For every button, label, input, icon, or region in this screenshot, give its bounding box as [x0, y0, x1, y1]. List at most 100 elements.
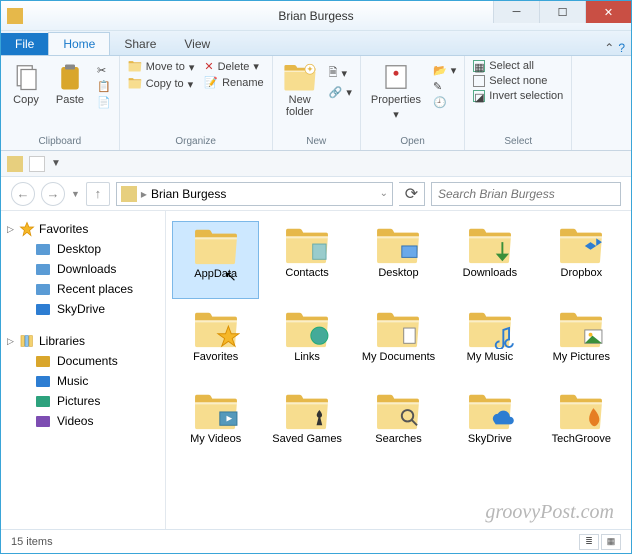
folder-my-documents[interactable]: My Documents	[355, 305, 442, 381]
back-button[interactable]: ←	[11, 182, 35, 206]
close-button[interactable]: ✕	[585, 1, 631, 23]
file-list[interactable]: AppData↖Contacts Desktop DownloadsDropbox F…	[166, 211, 631, 529]
copy-icon	[11, 62, 41, 92]
up-icon[interactable]	[29, 156, 45, 172]
new-folder-icon: ✦	[283, 62, 317, 92]
qat-dropdown-icon[interactable]: ▼	[51, 158, 61, 169]
edit-button[interactable]: ✎	[431, 79, 458, 94]
up-button[interactable]: ↑	[86, 182, 110, 206]
navigation-pane: ▷ Favorites DesktopDownloadsRecent place…	[1, 211, 166, 529]
new-item-button[interactable]: 🗎▾	[327, 63, 354, 84]
folder-favorites[interactable]: Favorites	[172, 305, 259, 381]
folder-icon	[557, 391, 605, 431]
paste-shortcut-button[interactable]: 📄	[95, 95, 113, 110]
folder-my-videos[interactable]: My Videos	[172, 387, 259, 463]
select-none-icon	[473, 75, 485, 87]
location-icon[interactable]	[7, 156, 23, 172]
sidebar-item-recent-places[interactable]: Recent places	[5, 279, 161, 299]
breadcrumb[interactable]: Brian Burgess	[151, 187, 226, 201]
ribbon-group-open: Properties ▾ 📂▾ ✎ 🕘 Open	[361, 56, 465, 150]
minimize-button[interactable]: ─	[493, 1, 539, 23]
copy-path-button[interactable]: 📋	[95, 79, 113, 94]
paste-icon	[55, 62, 85, 92]
folder-icon	[557, 309, 605, 349]
new-folder-button[interactable]: ✦ New folder	[279, 59, 321, 121]
recent-locations-button[interactable]: ▼	[71, 189, 80, 199]
ribbon-group-clipboard: Copy Paste ✂ 📋 📄 Clipboard	[1, 56, 120, 150]
sidebar-item-music[interactable]: Music	[5, 371, 161, 391]
rename-button[interactable]: 📝 Rename	[202, 75, 265, 90]
folder-icon	[192, 391, 240, 431]
sidebar-item-documents[interactable]: Documents	[5, 351, 161, 371]
folder-icon	[466, 391, 514, 431]
folder-downloads[interactable]: Downloads	[446, 221, 533, 299]
folder-desktop[interactable]: Desktop	[355, 221, 442, 299]
folder-links[interactable]: Links	[263, 305, 350, 381]
folder-saved-games[interactable]: Saved Games	[263, 387, 350, 463]
paste-button[interactable]: Paste	[51, 59, 89, 109]
star-icon	[19, 221, 35, 237]
item-icon	[35, 353, 51, 369]
view-icons-button[interactable]: ▦	[601, 534, 621, 550]
cut-button[interactable]: ✂	[95, 63, 113, 78]
search-input[interactable]	[438, 187, 614, 201]
sidebar-item-downloads[interactable]: Downloads	[5, 259, 161, 279]
help-icon[interactable]: ?	[618, 41, 625, 55]
select-all-button[interactable]: ▦Select all	[471, 59, 565, 73]
sidebar-item-skydrive[interactable]: SkyDrive	[5, 299, 161, 319]
sidebar-item-videos[interactable]: Videos	[5, 411, 161, 431]
copy-to-button[interactable]: Copy to ▾	[126, 76, 197, 92]
history-button[interactable]: 🕘	[431, 95, 458, 110]
history-icon: 🕘	[433, 96, 447, 109]
folder-label: Saved Games	[272, 433, 342, 459]
maximize-button[interactable]: ☐	[539, 1, 585, 23]
folder-searches[interactable]: Searches	[355, 387, 442, 463]
address-dropdown-icon[interactable]: ⌄	[380, 188, 388, 199]
file-tab[interactable]: File	[1, 33, 48, 55]
folder-my-music[interactable]: My Music	[446, 305, 533, 381]
folder-label: Searches	[375, 433, 421, 459]
address-input[interactable]: ▸ Brian Burgess ⌄	[116, 182, 393, 206]
ribbon-collapse-icon[interactable]: ⌃	[604, 41, 614, 55]
copy-to-icon	[128, 77, 142, 91]
tab-share[interactable]: Share	[110, 33, 170, 55]
refresh-button[interactable]: ⟳	[399, 182, 425, 206]
folder-icon	[374, 225, 422, 265]
folder-contacts[interactable]: Contacts	[263, 221, 350, 299]
invert-selection-button[interactable]: ◪Invert selection	[471, 89, 565, 103]
search-box[interactable]	[431, 182, 621, 206]
folder-label: TechGroove	[552, 433, 611, 459]
sidebar-item-pictures[interactable]: Pictures	[5, 391, 161, 411]
status-bar: 15 items ≣ ▦	[1, 529, 631, 553]
libraries-header[interactable]: ▷ Libraries	[5, 331, 161, 351]
folder-techgroove[interactable]: TechGroove	[538, 387, 625, 463]
select-none-button[interactable]: Select none	[471, 74, 565, 88]
expand-icon: ▷	[7, 224, 14, 235]
libraries-icon	[19, 333, 35, 349]
sidebar-item-desktop[interactable]: Desktop	[5, 239, 161, 259]
folder-skydrive[interactable]: SkyDrive	[446, 387, 533, 463]
folder-my-pictures[interactable]: My Pictures	[538, 305, 625, 381]
favorites-header[interactable]: ▷ Favorites	[5, 219, 161, 239]
forward-button[interactable]: →	[41, 182, 65, 206]
delete-icon: ✕	[204, 60, 213, 73]
item-icon	[35, 393, 51, 409]
view-details-button[interactable]: ≣	[579, 534, 599, 550]
open-button[interactable]: 📂▾	[431, 63, 458, 78]
move-to-button[interactable]: Move to ▾	[126, 59, 197, 75]
folder-label: Desktop	[378, 267, 418, 293]
copy-button[interactable]: Copy	[7, 59, 45, 109]
tab-home[interactable]: Home	[48, 32, 110, 55]
easy-access-button[interactable]: 🔗▾	[327, 85, 354, 100]
cut-icon: ✂	[97, 64, 106, 77]
titlebar: Brian Burgess ─ ☐ ✕	[1, 1, 631, 31]
folder-icon	[283, 225, 331, 265]
tab-view[interactable]: View	[170, 33, 224, 55]
folder-appdata[interactable]: AppData↖	[172, 221, 259, 299]
folder-label: Links	[294, 351, 320, 377]
delete-button[interactable]: ✕ Delete ▾	[202, 59, 265, 74]
app-icon	[7, 8, 23, 24]
folder-dropbox[interactable]: Dropbox	[538, 221, 625, 299]
properties-button[interactable]: Properties ▾	[367, 59, 425, 124]
address-folder-icon	[121, 186, 137, 202]
